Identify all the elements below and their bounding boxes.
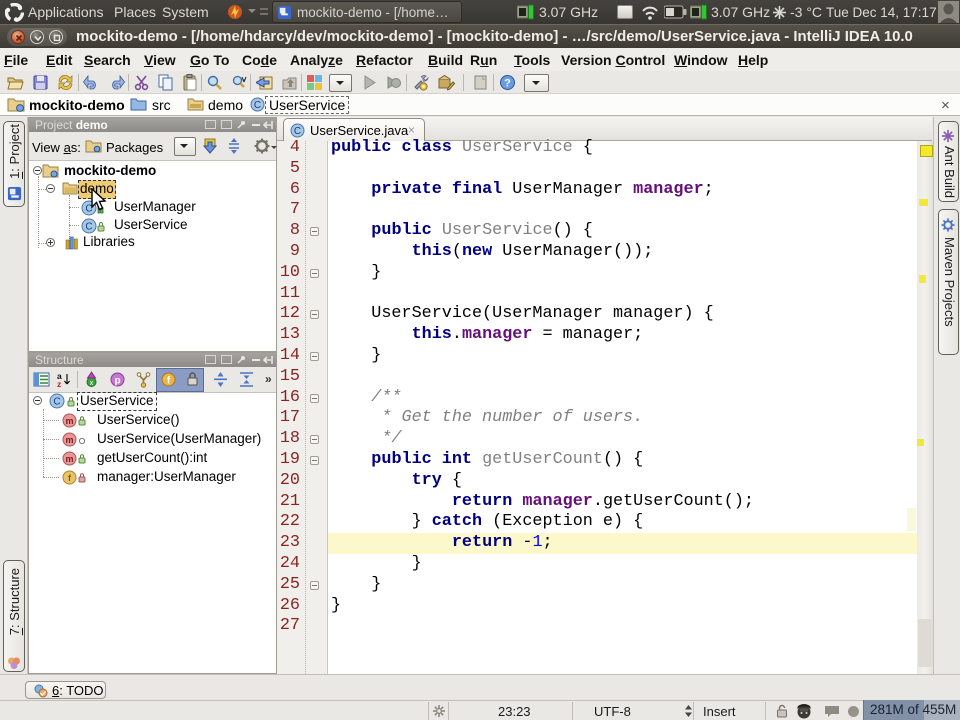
- svg-text:x: x: [90, 380, 94, 387]
- svg-text:m: m: [65, 416, 73, 426]
- svg-text:C: C: [53, 397, 60, 408]
- svg-text:z: z: [57, 379, 61, 388]
- svg-text:C: C: [254, 100, 261, 111]
- svg-text:m: m: [65, 454, 73, 464]
- svg-text:m: m: [65, 435, 73, 445]
- svg-text:C: C: [85, 222, 92, 233]
- svg-text:p: p: [114, 376, 120, 387]
- svg-text:C: C: [294, 126, 301, 137]
- svg-text:?: ?: [504, 78, 511, 90]
